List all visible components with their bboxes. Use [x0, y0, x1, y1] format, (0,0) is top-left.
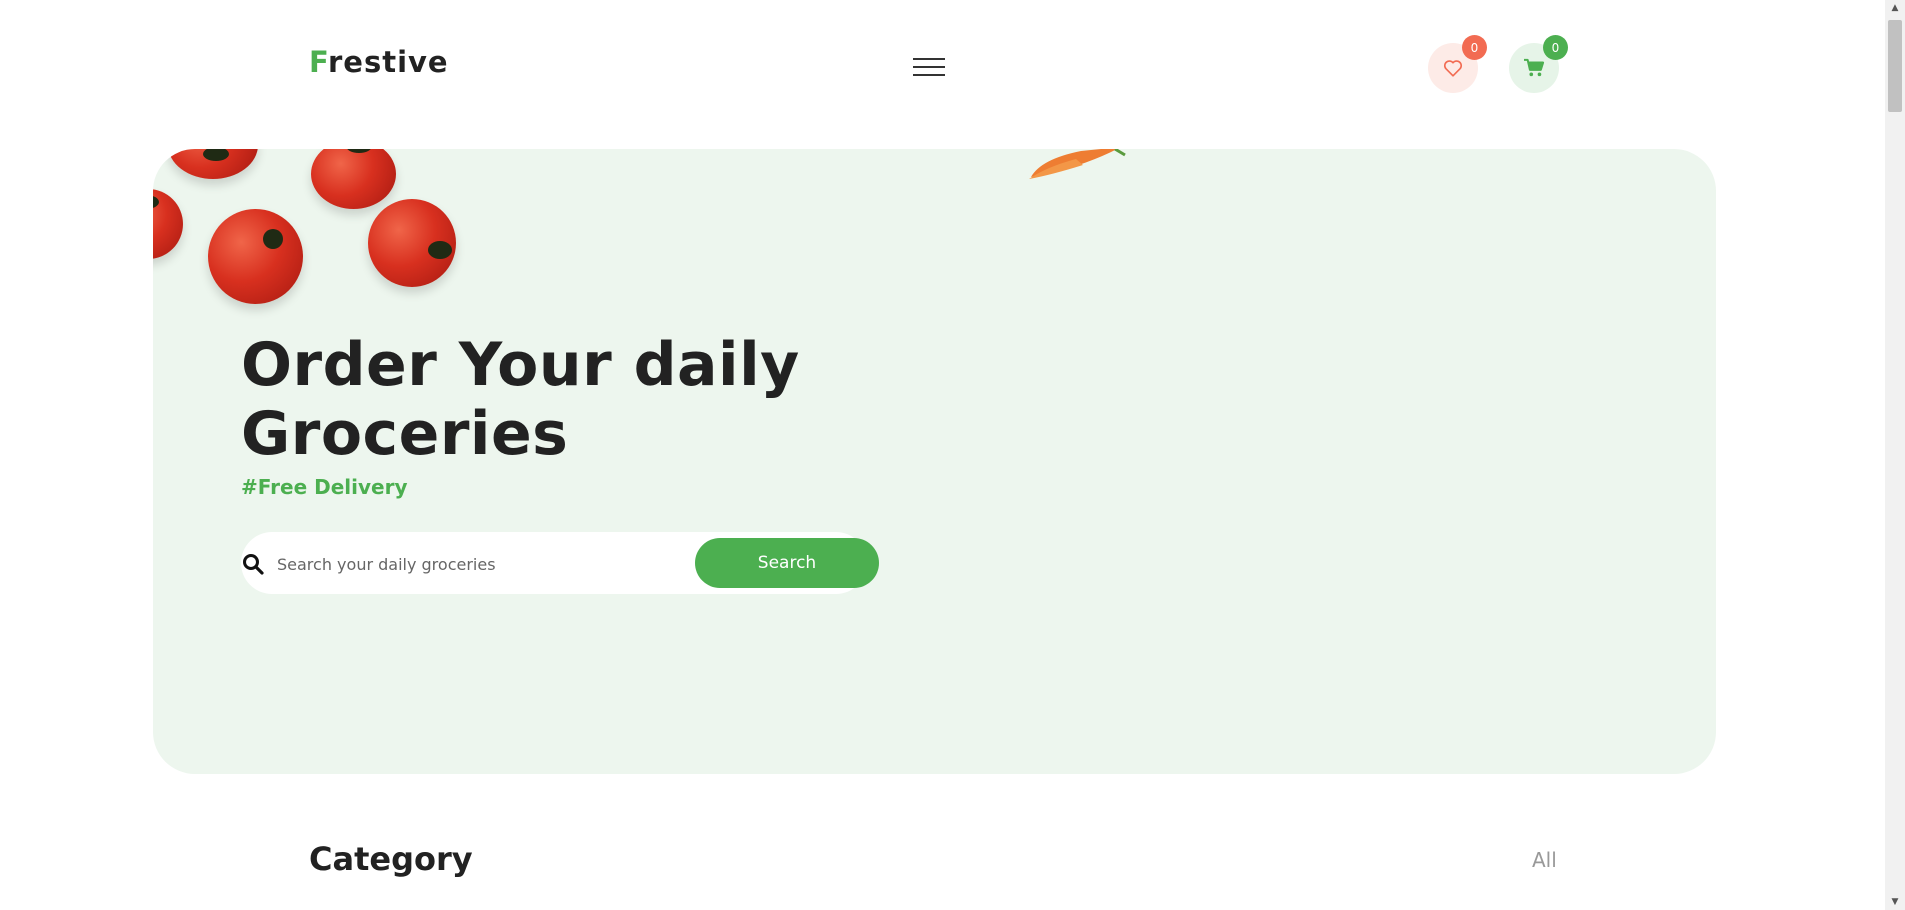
search-icon	[243, 554, 264, 575]
menu-line	[913, 58, 945, 60]
cart-icon	[1524, 58, 1545, 77]
tomato-image	[168, 149, 258, 179]
scroll-down-arrow-icon[interactable]: ▼	[1885, 894, 1905, 910]
category-all-link[interactable]: All	[1532, 848, 1557, 872]
search-input[interactable]	[275, 545, 659, 583]
logo-first-letter: F	[309, 45, 328, 79]
brand-logo[interactable]: Frestive	[309, 48, 449, 77]
hero-banner: Order Your daily Groceries #Free Deliver…	[153, 149, 1716, 774]
page-scrollbar[interactable]: ▲ ▼	[1885, 0, 1905, 910]
category-heading: Category	[309, 840, 473, 878]
site-header: Frestive 0 0	[0, 0, 1885, 140]
search-button[interactable]: Search	[695, 538, 879, 588]
menu-line	[913, 66, 945, 68]
search-bar: Search	[241, 532, 879, 594]
tomato-image	[311, 149, 396, 209]
headline-line-1: Order Your daily	[241, 330, 800, 400]
heart-icon	[1443, 60, 1463, 77]
logo-rest: restive	[327, 45, 449, 79]
tomato-image	[208, 209, 303, 304]
scroll-up-arrow-icon[interactable]: ▲	[1885, 0, 1905, 16]
cart-button[interactable]: 0	[1509, 35, 1568, 93]
tomato-image	[368, 199, 456, 287]
wishlist-button[interactable]: 0	[1428, 35, 1487, 93]
wishlist-count-badge: 0	[1462, 35, 1487, 60]
free-delivery-tagline: #Free Delivery	[241, 475, 408, 499]
headline-line-2: Groceries	[241, 399, 569, 469]
tomato-image	[153, 189, 183, 259]
hamburger-menu-icon[interactable]	[913, 55, 945, 79]
menu-line	[913, 74, 945, 76]
hero-headline: Order Your daily Groceries	[241, 331, 800, 469]
scroll-thumb[interactable]	[1888, 20, 1902, 112]
carrot-image	[1029, 149, 1126, 179]
cart-count-badge: 0	[1543, 35, 1568, 60]
